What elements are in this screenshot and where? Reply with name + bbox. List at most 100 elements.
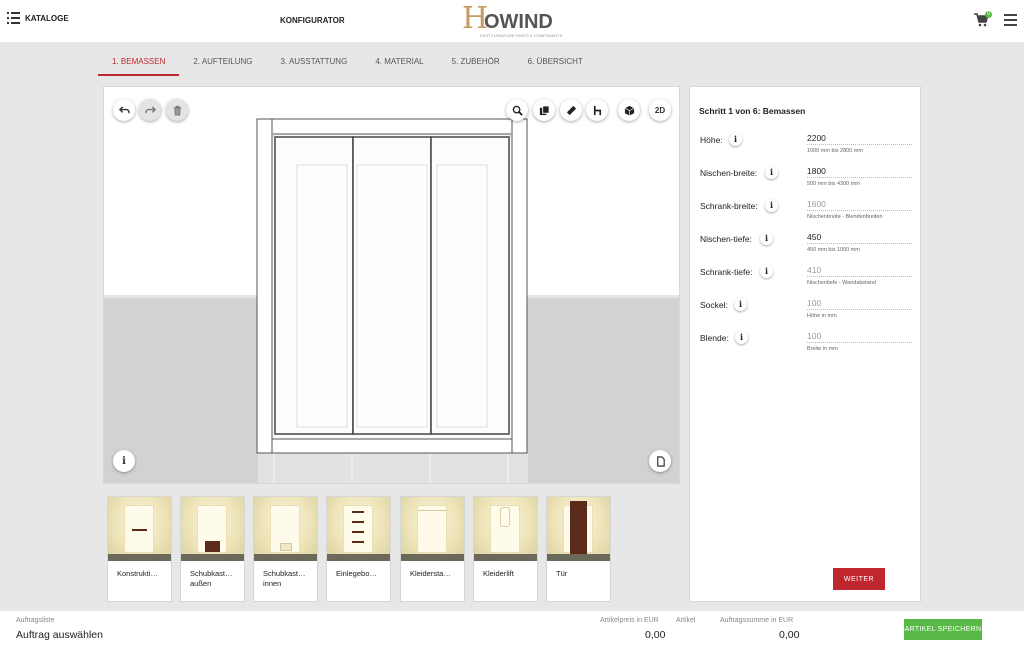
sockel-input (807, 296, 912, 310)
article-price-label: Artikelpreis in EUR (600, 617, 659, 624)
field-label: Nischen-breite: (700, 168, 758, 178)
document-button[interactable] (649, 450, 671, 472)
tab-aufteilung[interactable]: 2. AUFTEILUNG (179, 50, 266, 76)
field-sockel: Sockel: i Höhe in mm (690, 296, 922, 326)
list-icon (7, 12, 20, 24)
field-label: Schrank-breite: (700, 201, 758, 211)
order-select[interactable]: Auftrag auswählen (16, 629, 103, 641)
settings-panel: Schritt 1 von 6: Bemassen Höhe: i 1000 m… (689, 86, 921, 602)
3d-viewport[interactable]: 2D i (103, 86, 680, 484)
howind-logo[interactable]: H OWIND EAST FURNITURE PARTS & COMPONENT… (462, 3, 566, 39)
logo-name: OWIND (484, 11, 553, 33)
3d-view-button[interactable] (618, 99, 640, 121)
document-icon (656, 455, 665, 467)
article-label: Artikel (676, 617, 696, 624)
field-label: Blende: (700, 333, 729, 343)
field-hint: 450 mm bis 1000 mm (807, 247, 860, 253)
thumb-image (327, 497, 390, 561)
field-nischen-tiefe: Nischen-tiefe: i 450 mm bis 1000 mm (690, 230, 922, 260)
info-icon[interactable]: i (735, 331, 748, 344)
zoom-button[interactable] (506, 99, 528, 121)
info-icon[interactable]: i (734, 298, 747, 311)
redo-button[interactable] (139, 99, 161, 121)
info-icon[interactable]: i (760, 232, 773, 245)
thumb-schubkasten-aussen[interactable]: Schubkast… außen (180, 496, 245, 602)
thumb-image (108, 497, 171, 561)
thumb-label: Konstrukti… (117, 569, 158, 578)
info-icon: i (122, 455, 126, 467)
trash-icon (173, 105, 181, 116)
next-button[interactable]: WEITER (833, 568, 885, 590)
logo-tagline: EAST FURNITURE PARTS & COMPONENTS (480, 33, 563, 38)
kataloge-button[interactable]: KATALOGE (7, 12, 69, 24)
field-label: Sockel: (700, 300, 728, 310)
save-article-button[interactable]: ARTIKEL SPEICHERN (904, 619, 982, 640)
order-sum-label: Auftragssumme in EUR (720, 617, 794, 624)
copy-button[interactable] (533, 99, 555, 121)
copy-icon (539, 104, 550, 115)
info-button[interactable]: i (113, 450, 135, 472)
undo-icon (118, 105, 130, 113)
undo-button[interactable] (113, 99, 135, 121)
thumb-einlegeboden[interactable]: Einlegebo… (326, 496, 391, 602)
field-hoehe: Höhe: i 1000 mm bis 2800 mm (690, 131, 922, 161)
thumb-schubkasten-innen[interactable]: Schubkast… innen (253, 496, 318, 602)
field-schrank-tiefe: Schrank-tiefe: i Nischentiefe - Wandabst… (690, 263, 922, 293)
thumb-image (474, 497, 537, 561)
app-title: KONFIGURATOR (280, 16, 345, 25)
thumb-kleiderstange[interactable]: Kleidersta… (400, 496, 465, 602)
thumb-label: Einlegebo… (336, 569, 377, 578)
hoehe-input[interactable] (807, 131, 912, 145)
thumb-label: Schubkast… innen (263, 569, 306, 588)
field-hint: 1000 mm bis 2800 mm (807, 148, 863, 154)
cart-badge: 0 (985, 11, 992, 18)
order-list-label: Auftragsliste (16, 617, 55, 624)
field-hint: Breite in mm (807, 346, 838, 352)
article-price-value: 0,00 (645, 629, 666, 641)
field-hint: Nischenbreite - Blendenbreiten (807, 214, 883, 220)
tab-ausstattung[interactable]: 3. AUSSTATTUNG (266, 50, 361, 76)
tab-material[interactable]: 4. MATERIAL (361, 50, 437, 76)
field-hint: 500 mm bis 4300 mm (807, 181, 860, 187)
nischen-breite-input[interactable] (807, 164, 912, 178)
panel-title: Schritt 1 von 6: Bemassen (699, 106, 806, 116)
thumb-tuer[interactable]: Tür (546, 496, 611, 602)
tab-bemassen[interactable]: 1. BEMASSEN (98, 50, 180, 76)
ruler-icon (566, 105, 576, 115)
thumb-label: Tür (556, 569, 568, 578)
schrank-tiefe-input (807, 263, 912, 277)
nischen-tiefe-input[interactable] (807, 230, 912, 244)
thumb-image (547, 497, 610, 561)
top-bar: KATALOGE KONFIGURATOR H OWIND EAST FURNI… (0, 0, 1024, 42)
kataloge-label: KATALOGE (25, 13, 69, 23)
thumb-label: Kleidersta… (410, 569, 451, 578)
thumb-image (401, 497, 464, 561)
thumb-label: Schubkast… außen (190, 569, 233, 588)
field-nischen-breite: Nischen-breite: i 500 mm bis 4300 mm (690, 164, 922, 194)
field-label: Schrank-tiefe: (700, 267, 753, 277)
step-tabs: 1. BEMASSEN 2. AUFTEILUNG 3. AUSSTATTUNG… (98, 50, 597, 76)
thumb-konstruktion[interactable]: Konstrukti… (107, 496, 172, 602)
blende-input (807, 329, 912, 343)
tab-uebersicht[interactable]: 6. ÜBERSICHT (514, 50, 597, 76)
field-schrank-breite: Schrank-breite: i Nischenbreite - Blende… (690, 197, 922, 227)
schrank-breite-input (807, 197, 912, 211)
info-icon[interactable]: i (729, 133, 742, 146)
footer-bar: Auftragsliste Auftrag auswählen Artikelp… (0, 611, 1024, 647)
field-blende: Blende: i Breite in mm (690, 329, 922, 359)
cube-icon (624, 105, 634, 116)
info-icon[interactable]: i (765, 199, 778, 212)
delete-button[interactable] (166, 99, 188, 121)
thumb-kleiderlift[interactable]: Kleiderlift (473, 496, 538, 602)
tab-zubehoer[interactable]: 5. ZUBEHÖR (438, 50, 514, 76)
thumb-label: Kleiderlift (483, 569, 514, 578)
field-label: Höhe: (700, 135, 723, 145)
measure-button[interactable] (560, 99, 582, 121)
field-hint: Nischentiefe - Wandabstand (807, 280, 876, 286)
furniture-button[interactable] (586, 99, 608, 121)
info-icon[interactable]: i (760, 265, 773, 278)
order-sum-value: 0,00 (779, 629, 800, 641)
2d-view-button[interactable]: 2D (649, 99, 671, 121)
hamburger-menu-icon[interactable] (1004, 14, 1017, 26)
info-icon[interactable]: i (765, 166, 778, 179)
